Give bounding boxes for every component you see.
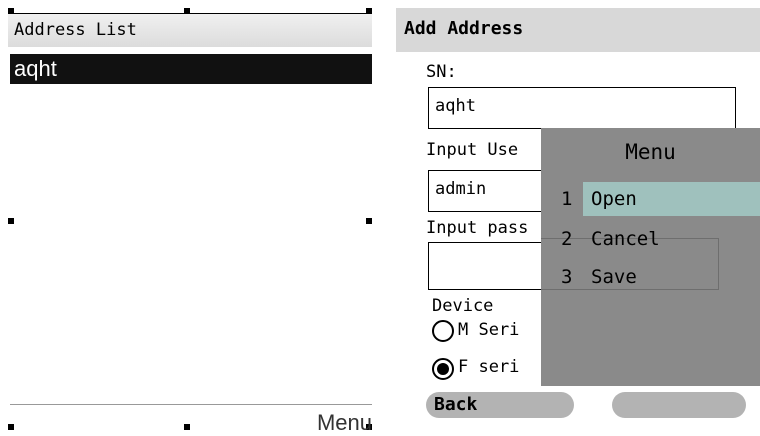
menu-item-number: 2 <box>561 228 573 250</box>
menu-item-label: Open <box>591 188 637 210</box>
resize-handle <box>184 424 190 430</box>
screen-title: Add Address <box>396 8 760 52</box>
softkey-divider <box>10 404 372 405</box>
radio-m-series[interactable] <box>432 320 454 342</box>
menu-item-cancel[interactable]: 2 Cancel <box>541 222 760 256</box>
password-label: Input pass <box>426 218 529 238</box>
resize-handle <box>8 424 14 430</box>
device-label: Device <box>432 296 494 316</box>
right-softkey[interactable] <box>612 392 746 418</box>
address-list-screen: Address List aqht Menu <box>0 0 380 435</box>
screen-title: Address List <box>8 13 372 47</box>
resize-handle <box>366 218 372 224</box>
sn-field[interactable]: aqht <box>428 87 736 129</box>
resize-handle <box>8 218 14 224</box>
menu-item-save[interactable]: 3 Save <box>541 260 760 294</box>
add-address-screen: Add Address SN: aqht Input Use admin Inp… <box>396 0 760 432</box>
menu-item-number: 3 <box>561 266 573 288</box>
menu-softkey[interactable]: Menu <box>317 410 372 436</box>
menu-item-open[interactable]: 1 Open <box>541 182 760 216</box>
radio-m-series-label: M Seri <box>458 320 520 340</box>
radio-selected-dot <box>437 363 449 375</box>
user-label: Input Use <box>426 140 519 160</box>
address-list: aqht <box>10 54 372 84</box>
menu-item-number: 1 <box>561 188 573 210</box>
radio-f-series-label: F seri <box>458 357 520 377</box>
back-softkey[interactable]: Back <box>426 392 574 418</box>
options-menu: Menu 1 Open 2 Cancel 3 Save <box>541 128 760 386</box>
radio-f-series[interactable] <box>432 358 454 380</box>
menu-item-label: Save <box>591 266 637 288</box>
list-item[interactable]: aqht <box>10 54 372 84</box>
menu-title: Menu <box>625 140 676 164</box>
menu-item-label: Cancel <box>591 228 660 250</box>
sn-label: SN: <box>426 62 457 82</box>
